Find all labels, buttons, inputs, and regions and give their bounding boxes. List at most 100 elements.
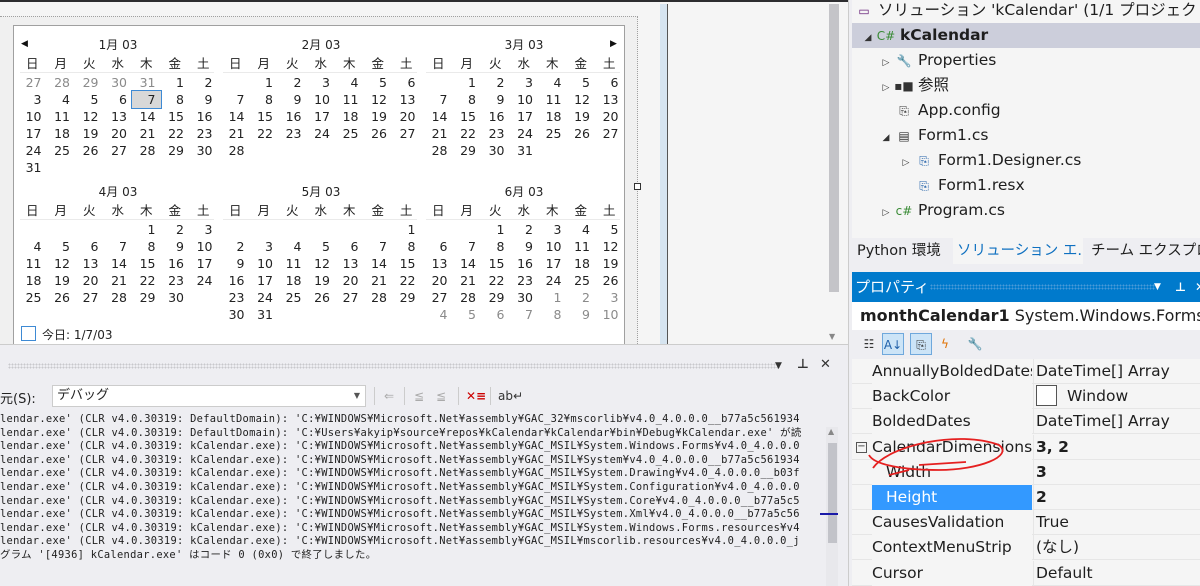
calendar-day[interactable]: 23 <box>278 125 307 142</box>
property-name[interactable]: Cursor <box>872 560 1032 586</box>
calendar-day[interactable]: 31 <box>18 159 47 176</box>
go-to-source-icon[interactable]: ⇐ <box>384 389 394 403</box>
scrollbar-thumb[interactable] <box>828 443 837 543</box>
calendar-day[interactable]: 27 <box>392 125 421 142</box>
property-value[interactable]: (なし) <box>1033 535 1200 561</box>
output-title-grip[interactable] <box>8 363 408 369</box>
calendar-day[interactable]: 19 <box>75 125 104 142</box>
calendar-day[interactable]: 5 <box>567 74 596 91</box>
calendar-day[interactable]: 28 <box>424 142 453 159</box>
calendar-day[interactable]: 2 <box>510 221 539 238</box>
property-value[interactable]: DateTime[] Array <box>1033 359 1200 384</box>
calendar-day[interactable]: 30 <box>161 289 190 306</box>
calendar-day[interactable]: 11 <box>18 255 47 272</box>
scroll-down-icon[interactable]: ▼ <box>829 332 835 341</box>
calendar-day[interactable]: 5 <box>307 238 336 255</box>
calendar-day[interactable]: 21 <box>364 272 393 289</box>
month-title[interactable]: 1月 03 <box>18 36 218 53</box>
calendar-day[interactable]: 4 <box>47 91 76 108</box>
calendar-day[interactable]: 28 <box>221 142 250 159</box>
tree-item[interactable]: ▷ 🔧 Properties <box>852 48 1200 73</box>
calendar-day[interactable]: 1 <box>132 221 161 238</box>
calendar-day[interactable]: 17 <box>307 108 336 125</box>
calendar-day[interactable]: 4 <box>278 238 307 255</box>
calendar-day[interactable]: 7 <box>104 238 133 255</box>
calendar-day[interactable]: 1 <box>538 289 567 306</box>
property-row[interactable]: Cursor Default <box>852 560 1200 586</box>
calendar-day[interactable]: 8 <box>453 91 482 108</box>
property-row[interactable]: ContextMenuStrip (なし) <box>852 535 1200 561</box>
calendar-day[interactable]: 8 <box>538 306 567 323</box>
calendar-day[interactable]: 18 <box>567 255 596 272</box>
calendar-day[interactable]: 12 <box>595 238 624 255</box>
calendar-day[interactable]: 11 <box>335 91 364 108</box>
calendar-day[interactable]: 24 <box>538 272 567 289</box>
calendar-day[interactable]: 21 <box>104 272 133 289</box>
calendar-day[interactable]: 20 <box>595 108 624 125</box>
collapse-icon[interactable]: − <box>856 441 867 453</box>
calendar-day[interactable]: 7 <box>221 91 250 108</box>
output-title-grip[interactable] <box>380 363 780 369</box>
calendar-day[interactable]: 13 <box>75 255 104 272</box>
events-icon[interactable]: ϟ <box>934 333 956 355</box>
calendar-day[interactable]: 8 <box>161 91 190 108</box>
calendar-day[interactable]: 9 <box>567 306 596 323</box>
calendar-day[interactable]: 13 <box>335 255 364 272</box>
calendar-day[interactable]: 21 <box>424 125 453 142</box>
calendar-day[interactable]: 18 <box>47 125 76 142</box>
calendar-day[interactable]: 11 <box>567 238 596 255</box>
property-value[interactable]: Window <box>1033 384 1200 410</box>
calendar-day[interactable]: 21 <box>453 272 482 289</box>
calendar-day[interactable]: 30 <box>510 289 539 306</box>
calendar-day[interactable]: 1 <box>392 221 421 238</box>
calendar-day[interactable]: 27 <box>335 289 364 306</box>
calendar-day[interactable]: 22 <box>132 272 161 289</box>
calendar-day[interactable]: 28 <box>47 74 76 91</box>
property-value[interactable]: Default <box>1033 560 1200 586</box>
calendar-day[interactable]: 17 <box>18 125 47 142</box>
calendar-day[interactable]: 7 <box>453 238 482 255</box>
calendar-day[interactable]: 30 <box>189 142 218 159</box>
tab-team-explorer[interactable]: チーム エクスプロ... <box>1087 238 1200 264</box>
calendar-day[interactable]: 16 <box>221 272 250 289</box>
property-pages-icon[interactable]: 🔧 <box>964 333 986 355</box>
calendar-day[interactable]: 28 <box>104 289 133 306</box>
calendar-day[interactable]: 18 <box>18 272 47 289</box>
pin-icon[interactable]: ⊥ <box>1175 272 1186 302</box>
calendar-day[interactable]: 5 <box>47 238 76 255</box>
calendar-day[interactable]: 26 <box>595 272 624 289</box>
calendar-day[interactable]: 17 <box>189 255 218 272</box>
calendar-day[interactable]: 26 <box>307 289 336 306</box>
tree-item[interactable]: ⎘ App.config <box>852 98 1200 123</box>
calendar-day[interactable]: 29 <box>75 74 104 91</box>
title-grip[interactable] <box>930 284 1155 290</box>
property-name[interactable]: ContextMenuStrip <box>872 535 1032 561</box>
calendar-day[interactable]: 3 <box>595 289 624 306</box>
property-name[interactable]: AnnuallyBoldedDates <box>872 359 1032 384</box>
calendar-day[interactable]: 14 <box>424 108 453 125</box>
calendar-day[interactable]: 21 <box>132 125 161 142</box>
calendar-day[interactable]: 10 <box>595 306 624 323</box>
calendar-day[interactable]: 7 <box>510 306 539 323</box>
expand-toggle-icon[interactable]: ▷ <box>878 201 894 226</box>
calendar-day[interactable]: 19 <box>307 272 336 289</box>
calendar-day[interactable]: 23 <box>221 289 250 306</box>
calendar-day[interactable]: 22 <box>453 125 482 142</box>
calendar-day[interactable]: 15 <box>161 108 190 125</box>
calendar-day[interactable]: 12 <box>307 255 336 272</box>
calendar-day[interactable]: 9 <box>189 91 218 108</box>
calendar-day[interactable]: 29 <box>132 289 161 306</box>
calendar-day[interactable]: 21 <box>221 125 250 142</box>
calendar-day[interactable]: 24 <box>250 289 279 306</box>
property-value[interactable]: 2 <box>1033 485 1200 510</box>
calendar-day[interactable]: 13 <box>424 255 453 272</box>
calendar-day[interactable]: 30 <box>221 306 250 323</box>
clear-all-icon[interactable]: ✕≡ <box>466 389 486 403</box>
calendar-day[interactable]: 10 <box>538 238 567 255</box>
calendar-day[interactable]: 29 <box>453 142 482 159</box>
calendar-day[interactable]: 23 <box>510 272 539 289</box>
calendar-day[interactable]: 24 <box>307 125 336 142</box>
calendar-day[interactable]: 9 <box>161 238 190 255</box>
property-row[interactable]: Height 2 <box>852 485 1200 510</box>
calendar-day[interactable]: 12 <box>75 108 104 125</box>
